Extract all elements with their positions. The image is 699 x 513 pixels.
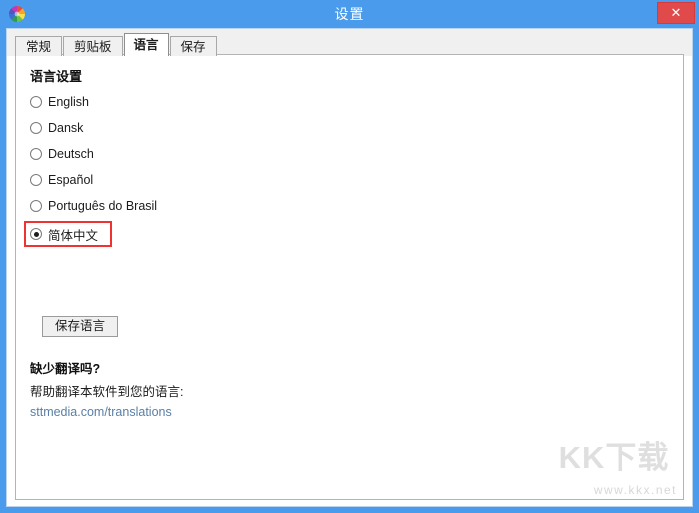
section-title-language: 语言设置 [30, 69, 83, 84]
watermark: KK下载 [549, 441, 679, 475]
dialog-body: 常规 剪贴板 语言 保存 语言设置 English Dansk Deutsch [6, 28, 693, 507]
radio-icon [30, 200, 42, 212]
help-title: 缺少翻译吗? [30, 362, 101, 376]
radio-icon [30, 174, 42, 186]
radio-label: Español [48, 173, 94, 187]
save-language-button[interactable]: 保存语言 [42, 316, 118, 337]
settings-window: 设置 ✕ 常规 剪贴板 语言 保存 语言设置 English Dansk Deu… [0, 0, 699, 513]
language-settings-panel: 语言设置 English Dansk Deutsch Español Portu… [15, 54, 684, 500]
radio-option-deutsch[interactable]: Deutsch [30, 141, 157, 167]
translations-link[interactable]: sttmedia.com/translations [30, 405, 172, 419]
radio-label: Português do Brasil [48, 199, 158, 213]
tab-general[interactable]: 常规 [15, 36, 63, 56]
radio-option-english[interactable]: English [30, 89, 157, 115]
watermark-sub: www.kkx.net [593, 483, 677, 497]
radio-icon [30, 122, 42, 134]
radio-option-simplified-chinese[interactable]: 简体中文 [24, 221, 112, 247]
watermark-main: KK下载 [558, 440, 670, 475]
radio-label: Deutsch [48, 147, 94, 161]
close-button[interactable]: ✕ [657, 2, 695, 24]
radio-icon-selected [30, 228, 42, 240]
radio-option-portugues-brasil[interactable]: Português do Brasil [30, 193, 157, 219]
tab-language[interactable]: 语言 [123, 33, 169, 57]
radio-option-dansk[interactable]: Dansk [30, 115, 157, 141]
help-text: 帮助翻译本软件到您的语言: [30, 385, 184, 399]
language-radio-group: English Dansk Deutsch Español Português [24, 89, 157, 249]
window-title: 设置 [334, 6, 365, 22]
radio-option-espanol[interactable]: Español [30, 167, 157, 193]
radio-label: 简体中文 [48, 228, 99, 243]
radio-label: Dansk [48, 121, 84, 135]
tab-clipboard[interactable]: 剪贴板 [63, 36, 123, 56]
radio-icon [30, 148, 42, 160]
title-bar: 设置 ✕ [0, 0, 699, 28]
radio-icon [30, 96, 42, 108]
tab-save[interactable]: 保存 [169, 36, 217, 56]
radio-label: English [48, 95, 89, 109]
tab-list: 常规 剪贴板 语言 保存 [15, 33, 218, 57]
